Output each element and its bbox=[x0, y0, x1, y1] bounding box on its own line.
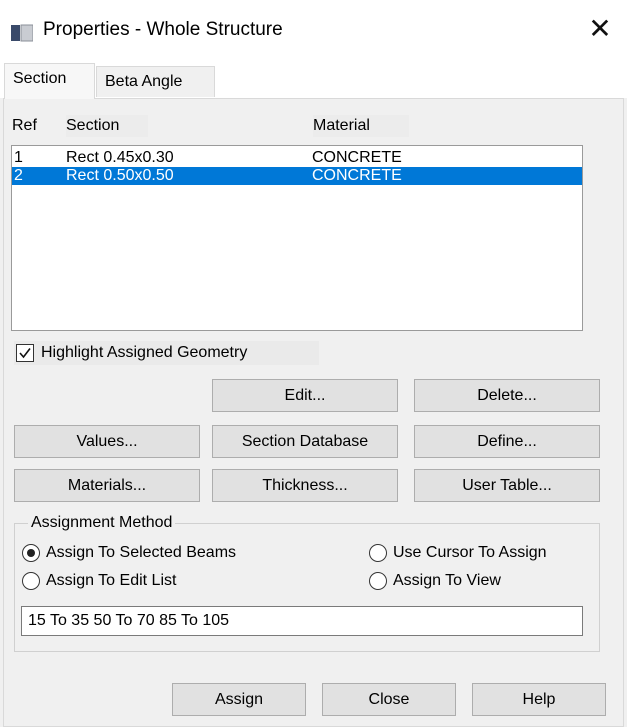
radio-button-icon bbox=[22, 544, 40, 562]
checkbox-label: Highlight Assigned Geometry bbox=[41, 344, 248, 361]
radio-button-icon bbox=[369, 572, 387, 590]
section-list[interactable]: 1 Rect 0.45x0.30 CONCRETE 2 Rect 0.50x0.… bbox=[11, 145, 583, 331]
radio-label: Assign To Edit List bbox=[46, 572, 177, 589]
checkmark-icon bbox=[19, 348, 31, 359]
radio-use-cursor-to-assign[interactable]: Use Cursor To Assign bbox=[369, 542, 594, 564]
properties-dialog: Properties - Whole Structure ✕ Section B… bbox=[0, 0, 627, 727]
section-row-selected[interactable]: 2 Rect 0.50x0.50 CONCRETE bbox=[12, 167, 582, 185]
close-button[interactable]: Close bbox=[322, 683, 456, 716]
close-icon[interactable]: ✕ bbox=[583, 12, 617, 46]
radio-assign-to-view[interactable]: Assign To View bbox=[369, 570, 594, 592]
column-header-section: Section bbox=[66, 115, 148, 137]
column-header-ref: Ref bbox=[12, 115, 43, 137]
row-material: CONCRETE bbox=[312, 149, 402, 166]
thickness-button[interactable]: Thickness... bbox=[212, 469, 398, 502]
column-header-material: Material bbox=[313, 115, 409, 137]
radio-label: Use Cursor To Assign bbox=[393, 544, 547, 561]
row-material: CONCRETE bbox=[312, 167, 402, 184]
radio-assign-to-edit-list[interactable]: Assign To Edit List bbox=[22, 570, 322, 592]
materials-button[interactable]: Materials... bbox=[14, 469, 200, 502]
radio-button-icon bbox=[22, 572, 40, 590]
checkbox-box[interactable] bbox=[16, 344, 34, 362]
radio-assign-to-selected-beams[interactable]: Assign To Selected Beams bbox=[22, 542, 322, 564]
radio-label: Assign To View bbox=[393, 572, 501, 589]
radio-button-icon bbox=[369, 544, 387, 562]
values-button[interactable]: Values... bbox=[14, 425, 200, 458]
title-bar[interactable]: Properties - Whole Structure ✕ bbox=[0, 0, 627, 62]
radio-dot-icon bbox=[27, 549, 35, 557]
section-database-button[interactable]: Section Database bbox=[212, 425, 398, 458]
user-table-button[interactable]: User Table... bbox=[414, 469, 600, 502]
tab-beta-angle[interactable]: Beta Angle bbox=[96, 66, 215, 97]
tab-section[interactable]: Section bbox=[4, 63, 95, 99]
row-section: Rect 0.45x0.30 bbox=[66, 149, 174, 166]
edit-button[interactable]: Edit... bbox=[212, 379, 398, 412]
row-ref: 2 bbox=[14, 167, 23, 184]
define-button[interactable]: Define... bbox=[414, 425, 600, 458]
help-button[interactable]: Help bbox=[472, 683, 606, 716]
section-row[interactable]: 1 Rect 0.45x0.30 CONCRETE bbox=[12, 149, 582, 167]
assign-button[interactable]: Assign bbox=[172, 683, 306, 716]
edit-list-input[interactable]: 15 To 35 50 To 70 85 To 105 bbox=[21, 606, 583, 636]
assignment-method-legend: Assignment Method bbox=[28, 512, 176, 534]
app-icon bbox=[11, 24, 33, 42]
radio-label: Assign To Selected Beams bbox=[46, 544, 237, 561]
row-ref: 1 bbox=[14, 149, 23, 166]
delete-button[interactable]: Delete... bbox=[414, 379, 600, 412]
window-title: Properties - Whole Structure bbox=[43, 19, 283, 40]
row-section: Rect 0.50x0.50 bbox=[66, 167, 174, 184]
highlight-assigned-geometry-checkbox[interactable]: Highlight Assigned Geometry bbox=[14, 341, 319, 365]
